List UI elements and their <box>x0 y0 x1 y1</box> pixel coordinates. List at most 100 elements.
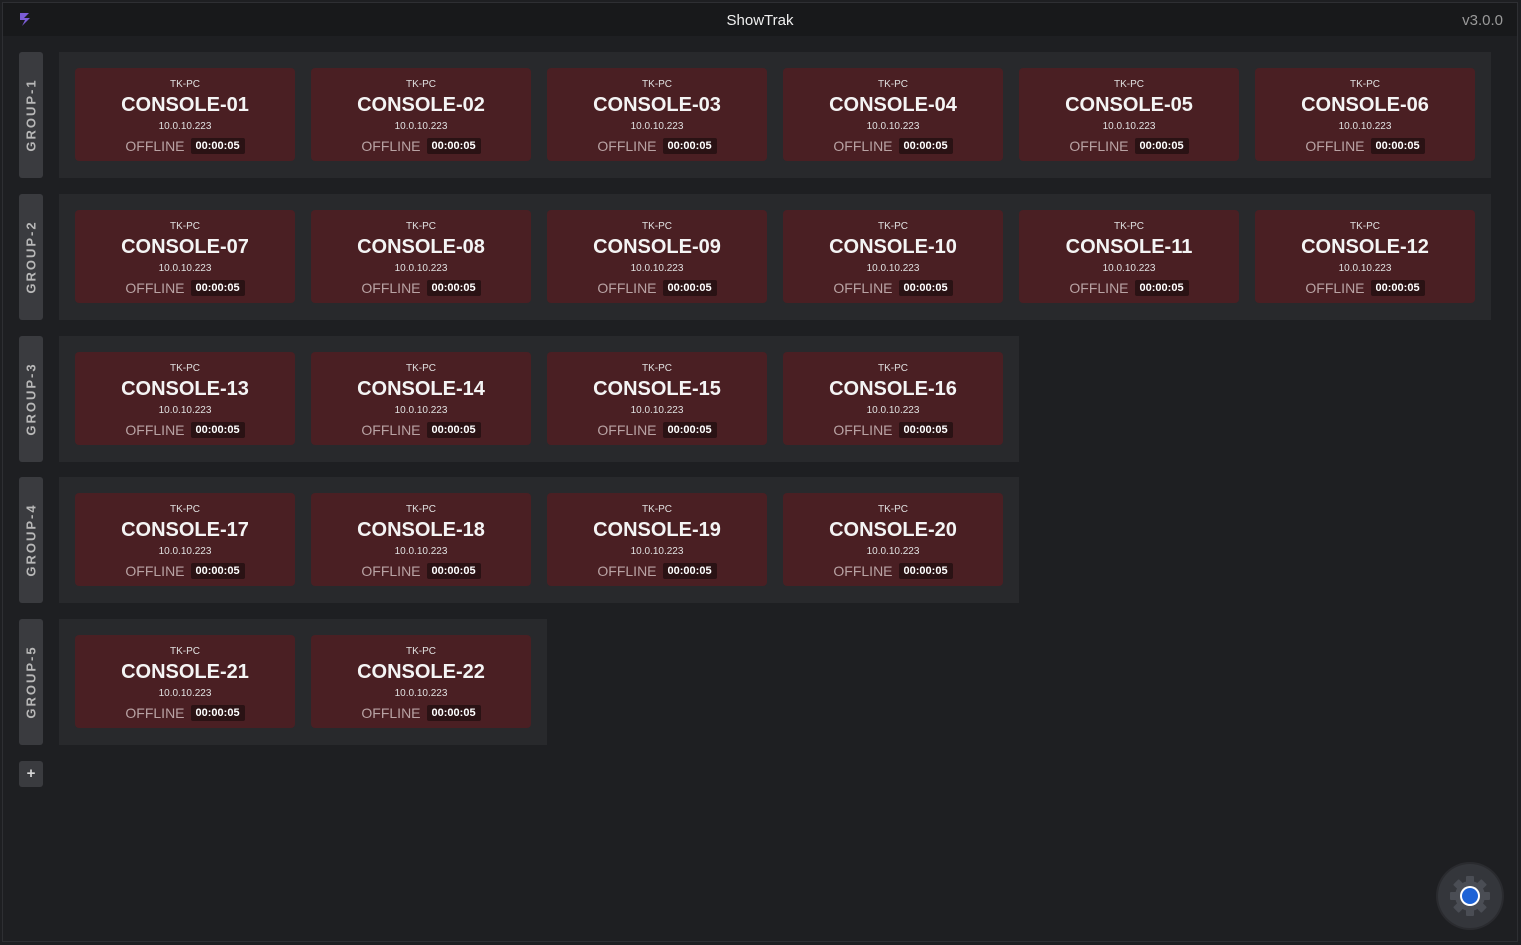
client-name: CONSOLE-07 <box>121 236 249 258</box>
client-card[interactable]: TK-PC CONSOLE-13 10.0.10.223 OFFLINE 00:00:0… <box>75 352 295 445</box>
group-tab[interactable]: GROUP-1 <box>19 52 43 178</box>
client-timer: 00:00:05 <box>426 705 481 721</box>
client-ip: 10.0.10.223 <box>866 263 920 274</box>
client-ip: 10.0.10.223 <box>1338 121 1392 132</box>
group-panel: TK-PC CONSOLE-21 10.0.10.223 OFFLINE 00:00:0… <box>59 619 547 745</box>
group-label: GROUP-2 <box>23 220 39 294</box>
client-ip: 10.0.10.223 <box>158 688 212 699</box>
title-bar: ShowTrak v3.0.0 <box>3 3 1517 36</box>
client-ip: 10.0.10.223 <box>866 546 920 557</box>
client-status-line: OFFLINE 00:00:05 <box>311 705 531 721</box>
client-status: OFFLINE <box>1305 138 1365 154</box>
client-name: CONSOLE-10 <box>829 236 957 258</box>
client-status: OFFLINE <box>597 280 657 296</box>
client-timer: 00:00:05 <box>1370 138 1425 154</box>
client-status-line: OFFLINE 00:00:05 <box>311 280 531 296</box>
client-status: OFFLINE <box>597 563 657 579</box>
client-timer: 00:00:05 <box>190 705 245 721</box>
client-timer: 00:00:05 <box>426 280 481 296</box>
client-name: CONSOLE-22 <box>357 661 485 683</box>
client-timer: 00:00:05 <box>190 563 245 579</box>
client-name: CONSOLE-21 <box>121 661 249 683</box>
group-tab[interactable]: GROUP-5 <box>19 619 43 745</box>
client-name: CONSOLE-01 <box>121 94 249 116</box>
client-status-line: OFFLINE 00:00:05 <box>547 280 767 296</box>
group-tab[interactable]: GROUP-3 <box>19 336 43 462</box>
client-card[interactable]: TK-PC CONSOLE-22 10.0.10.223 OFFLINE 00:00:0… <box>311 635 531 728</box>
client-timer: 00:00:05 <box>190 280 245 296</box>
client-hostname: TK-PC <box>170 363 200 374</box>
client-status-line: OFFLINE 00:00:05 <box>311 563 531 579</box>
client-card[interactable]: TK-PC CONSOLE-12 10.0.10.223 OFFLINE 00:00:0… <box>1255 210 1475 303</box>
client-name: CONSOLE-15 <box>593 378 721 400</box>
client-status-line: OFFLINE 00:00:05 <box>75 280 295 296</box>
client-card[interactable]: TK-PC CONSOLE-02 10.0.10.223 OFFLINE 00:00:0… <box>311 68 531 161</box>
client-card[interactable]: TK-PC CONSOLE-07 10.0.10.223 OFFLINE 00:00:0… <box>75 210 295 303</box>
client-card[interactable]: TK-PC CONSOLE-10 10.0.10.223 OFFLINE 00:00:0… <box>783 210 1003 303</box>
client-timer: 00:00:05 <box>662 280 717 296</box>
client-hostname: TK-PC <box>1350 79 1380 90</box>
client-card[interactable]: TK-PC CONSOLE-04 10.0.10.223 OFFLINE 00:00:0… <box>783 68 1003 161</box>
client-card[interactable]: TK-PC CONSOLE-03 10.0.10.223 OFFLINE 00:00:0… <box>547 68 767 161</box>
client-timer: 00:00:05 <box>898 138 953 154</box>
client-status: OFFLINE <box>125 422 185 438</box>
client-hostname: TK-PC <box>1114 221 1144 232</box>
client-status-line: OFFLINE 00:00:05 <box>783 138 1003 154</box>
group-panel: TK-PC CONSOLE-17 10.0.10.223 OFFLINE 00:00:0… <box>59 477 1019 603</box>
client-card[interactable]: TK-PC CONSOLE-09 10.0.10.223 OFFLINE 00:00:0… <box>547 210 767 303</box>
client-card[interactable]: TK-PC CONSOLE-14 10.0.10.223 OFFLINE 00:00:0… <box>311 352 531 445</box>
client-timer: 00:00:05 <box>898 280 953 296</box>
client-card[interactable]: TK-PC CONSOLE-11 10.0.10.223 OFFLINE 00:00:0… <box>1019 210 1239 303</box>
client-hostname: TK-PC <box>1350 221 1380 232</box>
client-card[interactable]: TK-PC CONSOLE-08 10.0.10.223 OFFLINE 00:00:0… <box>311 210 531 303</box>
client-hostname: TK-PC <box>406 221 436 232</box>
client-card[interactable]: TK-PC CONSOLE-05 10.0.10.223 OFFLINE 00:00:0… <box>1019 68 1239 161</box>
group-label: GROUP-4 <box>23 503 39 577</box>
app-title: ShowTrak <box>726 12 794 29</box>
client-timer: 00:00:05 <box>898 422 953 438</box>
client-card[interactable]: TK-PC CONSOLE-17 10.0.10.223 OFFLINE 00:00:0… <box>75 493 295 586</box>
client-status: OFFLINE <box>833 563 893 579</box>
client-status-line: OFFLINE 00:00:05 <box>547 138 767 154</box>
client-name: CONSOLE-18 <box>357 519 485 541</box>
client-status: OFFLINE <box>125 138 185 154</box>
client-card[interactable]: TK-PC CONSOLE-15 10.0.10.223 OFFLINE 00:00:0… <box>547 352 767 445</box>
client-card[interactable]: TK-PC CONSOLE-21 10.0.10.223 OFFLINE 00:00:0… <box>75 635 295 728</box>
client-status: OFFLINE <box>361 422 421 438</box>
client-hostname: TK-PC <box>878 221 908 232</box>
client-hostname: TK-PC <box>878 504 908 515</box>
client-hostname: TK-PC <box>170 79 200 90</box>
client-card[interactable]: TK-PC CONSOLE-06 10.0.10.223 OFFLINE 00:00:0… <box>1255 68 1475 161</box>
client-name: CONSOLE-16 <box>829 378 957 400</box>
client-status: OFFLINE <box>125 280 185 296</box>
client-card[interactable]: TK-PC CONSOLE-01 10.0.10.223 OFFLINE 00:00:0… <box>75 68 295 161</box>
client-hostname: TK-PC <box>1114 79 1144 90</box>
add-group-button[interactable]: + <box>19 761 43 787</box>
client-name: CONSOLE-20 <box>829 519 957 541</box>
client-ip: 10.0.10.223 <box>394 688 448 699</box>
client-status: OFFLINE <box>1305 280 1365 296</box>
client-hostname: TK-PC <box>642 79 672 90</box>
client-name: CONSOLE-08 <box>357 236 485 258</box>
client-ip: 10.0.10.223 <box>394 263 448 274</box>
client-hostname: TK-PC <box>406 646 436 657</box>
client-card[interactable]: TK-PC CONSOLE-18 10.0.10.223 OFFLINE 00:00:0… <box>311 493 531 586</box>
group-tab[interactable]: GROUP-2 <box>19 194 43 320</box>
client-timer: 00:00:05 <box>1134 138 1189 154</box>
client-status: OFFLINE <box>597 138 657 154</box>
gear-icon <box>1450 876 1490 916</box>
client-status-line: OFFLINE 00:00:05 <box>783 280 1003 296</box>
group-tab[interactable]: GROUP-4 <box>19 477 43 603</box>
client-ip: 10.0.10.223 <box>866 121 920 132</box>
client-ip: 10.0.10.223 <box>630 121 684 132</box>
group-label: GROUP-1 <box>23 78 39 152</box>
settings-button[interactable] <box>1438 864 1502 928</box>
client-status: OFFLINE <box>833 138 893 154</box>
client-name: CONSOLE-14 <box>357 378 485 400</box>
client-hostname: TK-PC <box>406 504 436 515</box>
client-card[interactable]: TK-PC CONSOLE-16 10.0.10.223 OFFLINE 00:00:0… <box>783 352 1003 445</box>
client-card[interactable]: TK-PC CONSOLE-19 10.0.10.223 OFFLINE 00:00:0… <box>547 493 767 586</box>
client-card[interactable]: TK-PC CONSOLE-20 10.0.10.223 OFFLINE 00:00:0… <box>783 493 1003 586</box>
client-timer: 00:00:05 <box>662 138 717 154</box>
client-status-line: OFFLINE 00:00:05 <box>1019 280 1239 296</box>
